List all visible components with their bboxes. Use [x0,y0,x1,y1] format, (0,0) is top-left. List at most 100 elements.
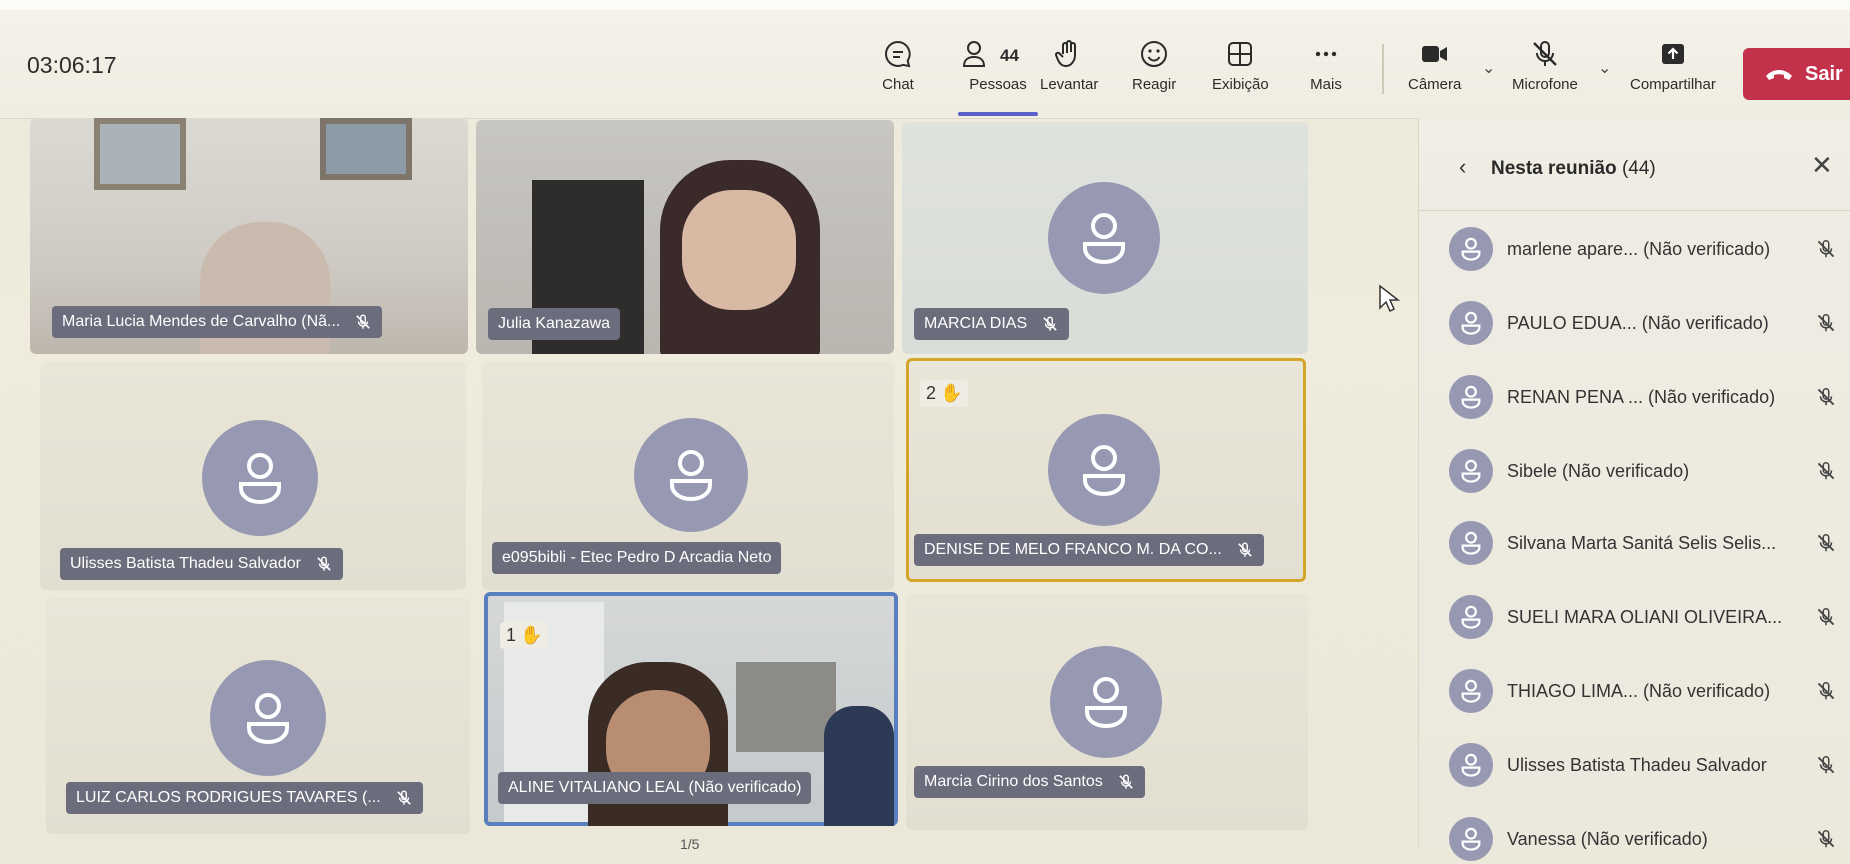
participant-name-tag: Maria Lucia Mendes de Carvalho (Nã... [52,306,383,338]
close-icon[interactable]: ✕ [1811,150,1833,181]
avatar [1449,521,1493,565]
participant-tile[interactable]: MARCIA DIAS [902,122,1308,354]
participant-list-item[interactable]: Ulisses Batista Thadeu Salvador [1449,740,1839,790]
participant-list-item[interactable]: Silvana Marta Sanitá Selis Selis... [1449,518,1839,568]
mic-off-icon [1043,316,1057,331]
person-icon [1461,385,1481,409]
video-tile-active-speaker[interactable]: 1 ✋ ALINE VITALIANO LEAL (Não verificado… [484,592,898,826]
participant-name: e095bibli - Etec Pedro D Arcadia Neto [502,549,772,566]
mic-off-icon [1817,387,1835,406]
participant-name: Marcia Cirino dos Santos [924,773,1103,790]
back-chevron-icon[interactable]: ‹ [1459,154,1466,180]
avatar [1449,669,1493,713]
mic-off-icon [1118,774,1133,789]
camera-options-chevron-icon[interactable]: ⌄ [1482,58,1495,78]
raise-hand-button[interactable]: Levantar [1040,38,1098,93]
mic-off-icon [1817,681,1835,700]
camera-button[interactable]: Câmera [1408,38,1461,93]
person-icon [1083,213,1125,265]
mic-off-icon [1817,461,1835,480]
avatar [210,660,326,776]
person-icon [247,693,289,745]
leave-label: Sair [1805,63,1843,85]
background-person [824,706,894,826]
mic-off-icon [1533,41,1557,66]
participant-name-tag: ALINE VITALIANO LEAL (Não verificado) [498,772,812,804]
meeting-timer: 03:06:17 [27,52,117,78]
person-icon [1461,605,1481,629]
person-icon [1461,531,1481,555]
window-top-strip [0,0,1850,10]
more-button[interactable]: Mais [1310,38,1342,93]
chat-button[interactable]: Chat [882,38,914,93]
microphone-label: Microfone [1512,76,1578,93]
leave-button[interactable]: Sair [1743,48,1850,100]
participant-list-item[interactable]: marlene apare... (Não verificado) [1449,224,1839,274]
participant-list-name: THIAGO LIMA... (Não verificado) [1507,680,1771,701]
avatar [1050,646,1162,758]
participant-list-name: Silvana Marta Sanitá Selis Selis... [1507,532,1777,553]
participant-list-item[interactable]: PAULO EDUA... (Não verificado) [1449,298,1839,348]
mic-off-icon [1817,607,1835,626]
mic-off-icon [1817,533,1835,552]
participant-list-name: Vanessa (Não verificado) [1507,828,1708,849]
microphone-button[interactable]: Microfone [1512,38,1578,93]
camera-label: Câmera [1408,76,1462,93]
person-icon [1461,459,1481,483]
participant-name-tag: Marcia Cirino dos Santos [914,766,1145,798]
people-active-indicator [958,112,1038,116]
react-button[interactable]: Reagir [1132,38,1176,93]
participant-tile-hand-raised[interactable]: 2 ✋ DENISE DE MELO FRANCO M. DA CO... [906,358,1306,582]
chat-label: Chat [882,76,914,93]
participant-face [682,190,796,310]
mic-off-icon [317,556,331,571]
view-button[interactable]: Exibição [1212,38,1269,93]
participant-tile[interactable]: LUIZ CARLOS RODRIGUES TAVARES (... [46,598,470,834]
mic-off-icon [396,790,411,805]
participant-list-item[interactable]: SUELI MARA OLIANI OLIVEIRA... [1449,592,1839,642]
avatar [1449,449,1493,493]
person-icon [670,450,712,502]
participant-list-item[interactable]: THIAGO LIMA... (Não verificado) [1449,666,1839,716]
mouse-cursor-icon [1379,284,1400,313]
participant-list-item[interactable]: Sibele (Não verificado) [1449,446,1839,496]
participant-list-name: RENAN PENA ... (Não verificado) [1507,386,1776,407]
person-icon [1461,679,1481,703]
participant-list-name: Sibele (Não verificado) [1507,460,1690,481]
raised-hand-icon: ✋ [940,383,963,403]
participant-list-item[interactable]: RENAN PENA ... (Não verificado) [1449,372,1839,422]
participant-list-name: SUELI MARA OLIANI OLIVEIRA... [1507,606,1783,627]
person-icon [1083,445,1125,497]
avatar [1449,595,1493,639]
person-icon [1461,827,1481,851]
mic-off-icon [1817,829,1835,848]
participant-name-tag: e095bibli - Etec Pedro D Arcadia Neto [492,542,782,574]
mic-off-icon [1817,239,1835,258]
mic-off-icon [1238,542,1252,557]
avatar [634,418,748,532]
camera-icon [1421,46,1447,62]
video-tile[interactable]: Julia Kanazawa [476,120,894,354]
person-icon [1461,753,1481,777]
avatar [1449,817,1493,861]
video-tile[interactable]: Maria Lucia Mendes de Carvalho (Nã... [30,118,468,354]
participant-name: Julia Kanazawa [498,315,611,332]
mic-off-icon [1817,313,1835,332]
participant-list-item[interactable]: Vanessa (Não verificado) [1449,814,1839,864]
participant-name: Maria Lucia Mendes de Carvalho (Nã... [62,313,341,330]
toolbar-separator [1382,44,1384,94]
avatar [1449,227,1493,271]
share-button[interactable]: Compartilhar [1630,38,1716,93]
participant-list-name: PAULO EDUA... (Não verificado) [1507,312,1769,333]
participant-tile[interactable]: Marcia Cirino dos Santos [906,594,1308,830]
participant-tile[interactable]: e095bibli - Etec Pedro D Arcadia Neto [482,362,894,590]
person-icon [1461,237,1481,261]
mic-off-icon [1817,755,1835,774]
participant-tile[interactable]: Ulisses Batista Thadeu Salvador [40,362,466,590]
people-button[interactable]: 44 Pessoas [958,38,1038,116]
mic-options-chevron-icon[interactable]: ⌄ [1598,58,1611,78]
more-icon [1315,51,1337,57]
grid-pager[interactable]: 1/5 [680,836,699,852]
avatar [1449,301,1493,345]
person-icon [1085,677,1127,729]
